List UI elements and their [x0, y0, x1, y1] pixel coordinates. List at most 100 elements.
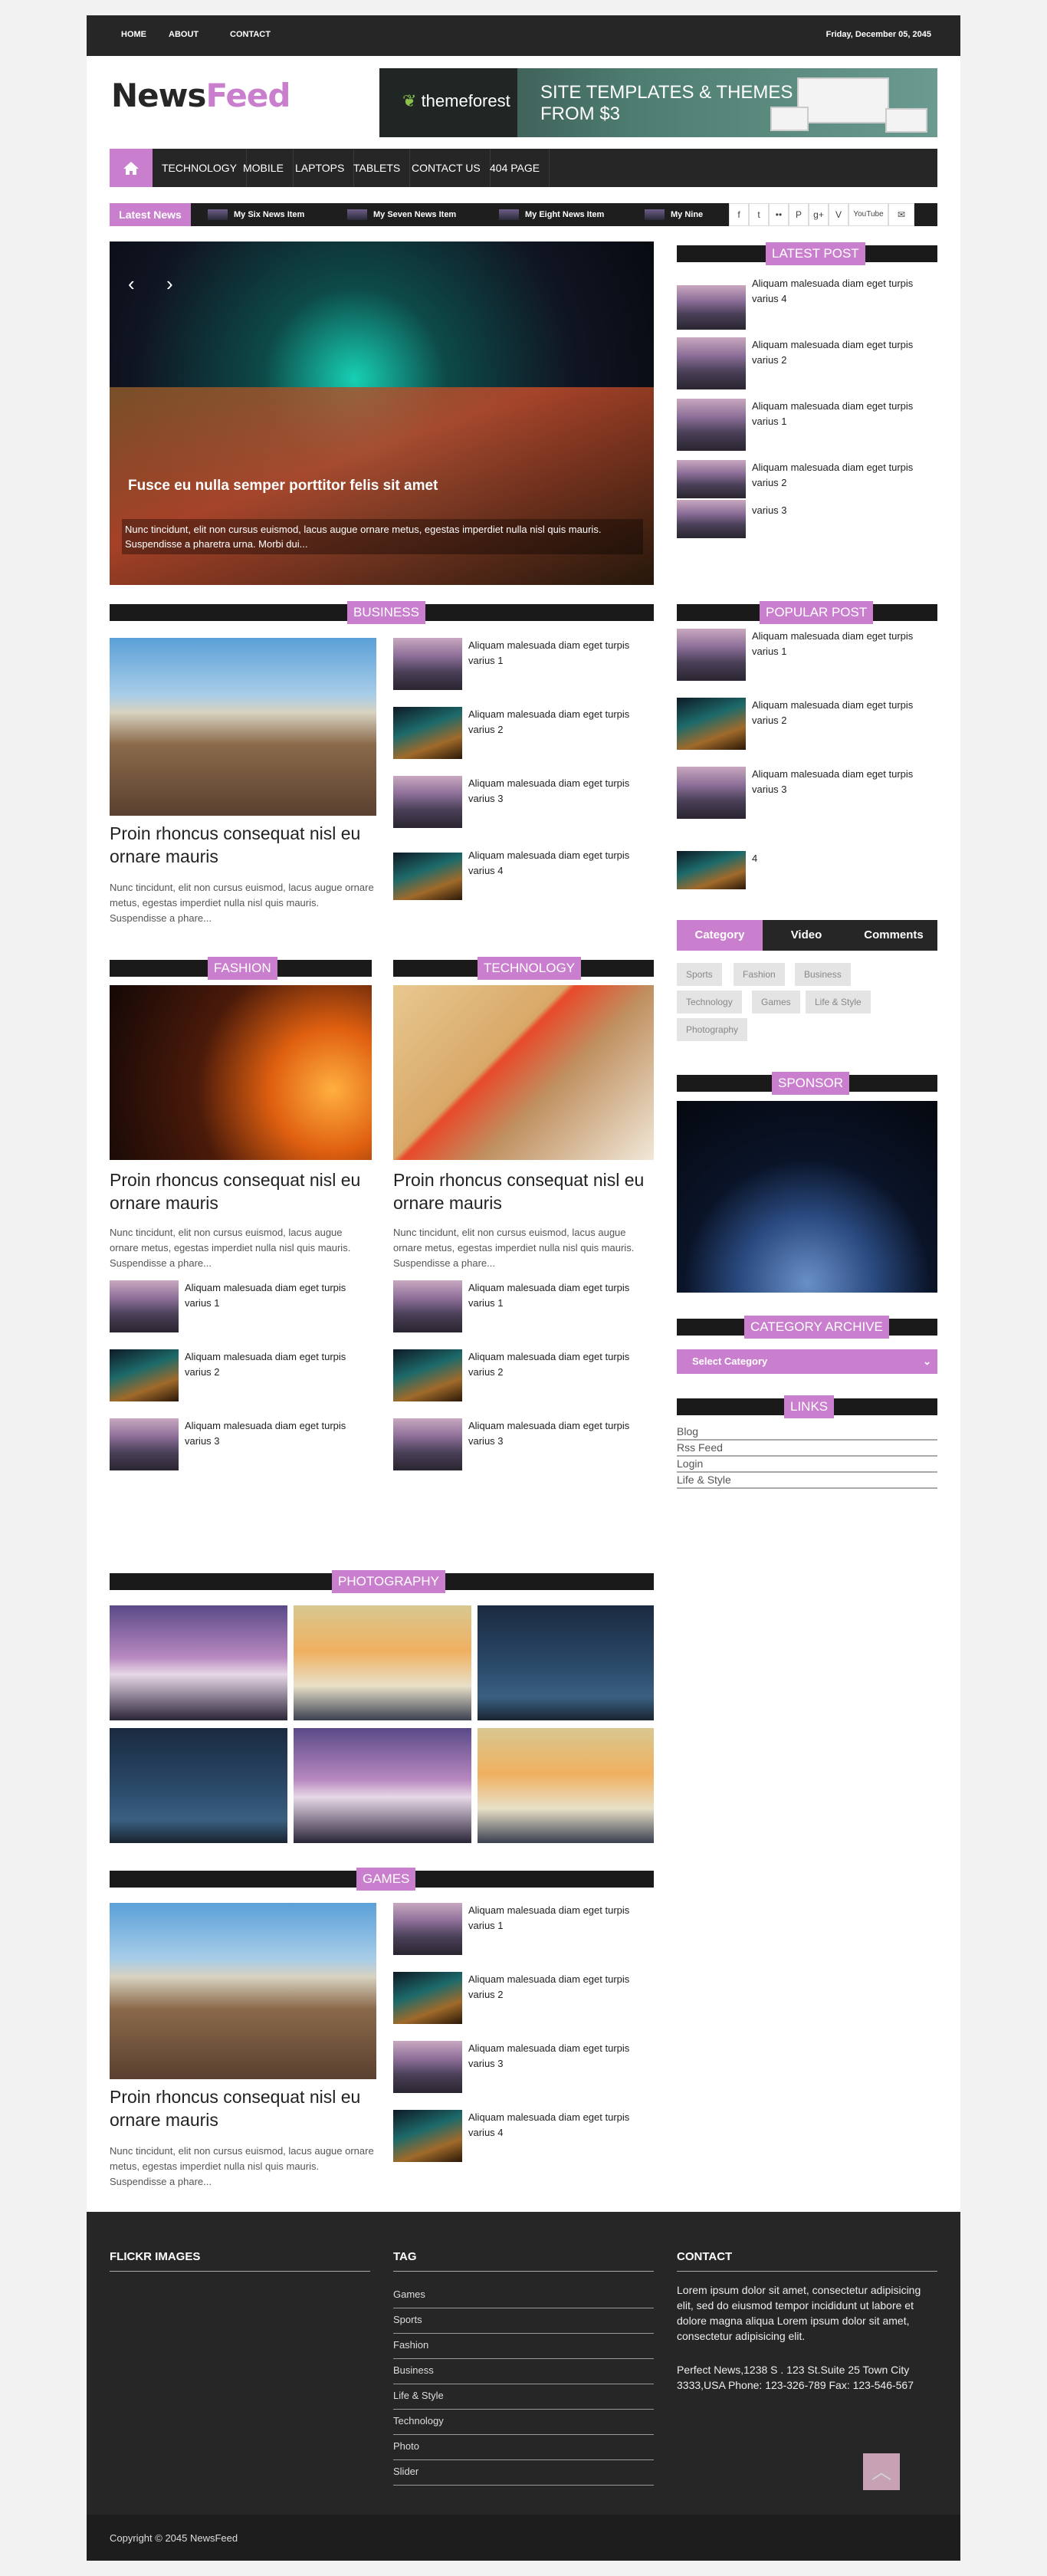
post-link[interactable]: Aliquam malesuada diam eget turpis variu…	[468, 638, 652, 669]
slider-prev-arrow[interactable]: ‹	[128, 272, 135, 296]
post-link[interactable]: Aliquam malesuada diam eget turpis variu…	[468, 2041, 652, 2072]
nav-item-contact-us[interactable]: CONTACT US	[402, 149, 491, 187]
section-title[interactable]: GAMES	[356, 1868, 416, 1891]
fashion-feature-image[interactable]	[110, 985, 372, 1160]
section-title[interactable]: FASHION	[208, 957, 277, 980]
post-thumb[interactable]	[677, 629, 746, 681]
googleplus-icon[interactable]: g+	[809, 203, 829, 226]
nav-item-tablets[interactable]: TABLETS	[344, 149, 411, 187]
sidebar-link[interactable]: Login	[677, 1457, 937, 1473]
post-thumb[interactable]	[393, 1349, 462, 1401]
gallery-photo[interactable]	[110, 1605, 287, 1720]
post-link[interactable]: Aliquam malesuada diam eget turpis variu…	[752, 276, 936, 311]
post-link[interactable]: Aliquam malesuada diam eget turpis variu…	[752, 767, 937, 797]
back-to-top-button[interactable]: ︿	[863, 2453, 900, 2490]
post-link[interactable]: Aliquam malesuada diam eget turpis variu…	[468, 776, 652, 807]
ticker-item[interactable]: My Nine New	[645, 203, 714, 226]
section-title[interactable]: BUSINESS	[347, 601, 425, 624]
category-select[interactable]: Select Category ⌄	[677, 1349, 937, 1374]
sidebar-link[interactable]: Life & Style	[677, 1473, 937, 1489]
tab-category[interactable]: Category	[677, 920, 763, 951]
footer-tag-link[interactable]: Photo	[393, 2435, 654, 2460]
slide-caption[interactable]: Fusce eu nulla semper porttitor felis si…	[128, 478, 438, 495]
post-link[interactable]: Aliquam malesuada diam eget turpis variu…	[752, 698, 937, 728]
post-link[interactable]: varius 3	[752, 503, 936, 518]
post-thumb[interactable]	[677, 285, 746, 330]
category-tag[interactable]: Life & Style	[806, 991, 871, 1014]
games-feature-title[interactable]: Proin rhoncus consequat nisl eu ornare m…	[110, 2085, 378, 2131]
fashion-feature-title[interactable]: Proin rhoncus consequat nisl eu ornare m…	[110, 1168, 372, 1214]
post-thumb[interactable]	[110, 1418, 179, 1470]
post-link[interactable]: Aliquam malesuada diam eget turpis variu…	[752, 399, 936, 429]
nav-item-mobile[interactable]: MOBILE	[234, 149, 294, 187]
gallery-photo[interactable]	[294, 1728, 471, 1843]
post-thumb[interactable]	[393, 707, 462, 759]
post-thumb[interactable]	[393, 1903, 462, 1955]
featured-slider[interactable]: ‹ › Fusce eu nulla semper porttitor feli…	[110, 242, 654, 585]
post-thumb[interactable]	[677, 851, 746, 889]
post-link[interactable]: Aliquam malesuada diam eget turpis variu…	[185, 1418, 373, 1449]
gallery-photo[interactable]	[110, 1728, 287, 1843]
section-title[interactable]: PHOTOGRAPHY	[332, 1570, 445, 1593]
sidebar-link[interactable]: Blog	[677, 1424, 937, 1441]
top-link-home[interactable]: HOME	[121, 30, 146, 39]
post-thumb[interactable]	[393, 2041, 462, 2093]
twitter-icon[interactable]: t	[749, 203, 769, 226]
post-thumb[interactable]	[110, 1280, 179, 1332]
category-tag[interactable]: Games	[752, 991, 800, 1014]
post-link[interactable]: Aliquam malesuada diam eget turpis variu…	[468, 2110, 652, 2141]
post-thumb[interactable]	[677, 399, 746, 451]
header-banner-ad[interactable]: ❦ themeforest SITE TEMPLATES & THEMES FRO…	[379, 68, 937, 137]
post-thumb[interactable]	[393, 1280, 462, 1332]
gallery-photo[interactable]	[294, 1605, 471, 1720]
top-link-contact[interactable]: CONTACT	[230, 30, 271, 39]
post-link[interactable]: Aliquam malesuada diam eget turpis variu…	[752, 337, 936, 368]
post-link[interactable]: Aliquam malesuada diam eget turpis variu…	[752, 629, 937, 659]
site-logo[interactable]: NewsFeed	[111, 77, 290, 114]
category-tag[interactable]: Technology	[677, 991, 742, 1014]
ticker-item[interactable]: My Seven News Item	[347, 203, 456, 226]
ticker-item[interactable]: My Six News Item	[208, 203, 304, 226]
post-thumb[interactable]	[393, 638, 462, 690]
post-link[interactable]: Aliquam malesuada diam eget turpis variu…	[468, 1280, 654, 1311]
post-thumb[interactable]	[110, 1349, 179, 1401]
ticker-item[interactable]: My Eight News Item	[499, 203, 604, 226]
post-thumb[interactable]	[393, 1972, 462, 2024]
technology-feature-image[interactable]	[393, 985, 654, 1160]
email-icon[interactable]: ✉	[888, 203, 914, 226]
category-tag[interactable]: Sports	[677, 963, 722, 986]
post-thumb[interactable]	[677, 500, 746, 538]
business-feature-title[interactable]: Proin rhoncus consequat nisl eu ornare m…	[110, 822, 378, 868]
post-link[interactable]: Aliquam malesuada diam eget turpis variu…	[752, 460, 936, 491]
sidebar-link[interactable]: Rss Feed	[677, 1441, 937, 1457]
sponsor-ad-image[interactable]	[677, 1101, 937, 1293]
footer-tag-link[interactable]: Business	[393, 2359, 654, 2384]
category-tag[interactable]: Fashion	[734, 963, 785, 986]
flickr-icon[interactable]: ••	[769, 203, 789, 226]
post-link[interactable]: Aliquam malesuada diam eget turpis variu…	[185, 1349, 373, 1380]
footer-tag-link[interactable]: Fashion	[393, 2334, 654, 2359]
category-tag[interactable]: Business	[795, 963, 851, 986]
post-link[interactable]: Aliquam malesuada diam eget turpis variu…	[185, 1280, 373, 1311]
pinterest-icon[interactable]: P	[789, 203, 809, 226]
youtube-icon[interactable]: YouTube	[848, 203, 888, 226]
post-link[interactable]: Aliquam malesuada diam eget turpis variu…	[468, 1903, 652, 1934]
footer-tag-link[interactable]: Life & Style	[393, 2384, 654, 2410]
post-link[interactable]: Aliquam malesuada diam eget turpis variu…	[468, 848, 652, 879]
post-link[interactable]: Aliquam malesuada diam eget turpis variu…	[468, 707, 652, 738]
tab-comments[interactable]: Comments	[850, 920, 937, 951]
category-tag[interactable]: Photography	[677, 1018, 748, 1041]
post-thumb[interactable]	[677, 337, 746, 389]
footer-tag-link[interactable]: Sports	[393, 2308, 654, 2334]
section-title[interactable]: TECHNOLOGY	[478, 957, 582, 980]
gallery-photo[interactable]	[478, 1605, 654, 1720]
footer-tag-link[interactable]: Games	[393, 2283, 654, 2308]
footer-tag-link[interactable]: Slider	[393, 2460, 654, 2486]
footer-tag-link[interactable]: Technology	[393, 2410, 654, 2435]
home-button[interactable]	[110, 149, 153, 187]
post-thumb[interactable]	[393, 776, 462, 828]
gallery-photo[interactable]	[478, 1728, 654, 1843]
post-thumb[interactable]	[677, 698, 746, 750]
nav-item-technology[interactable]: TECHNOLOGY	[153, 149, 248, 187]
post-thumb[interactable]	[393, 1418, 462, 1470]
